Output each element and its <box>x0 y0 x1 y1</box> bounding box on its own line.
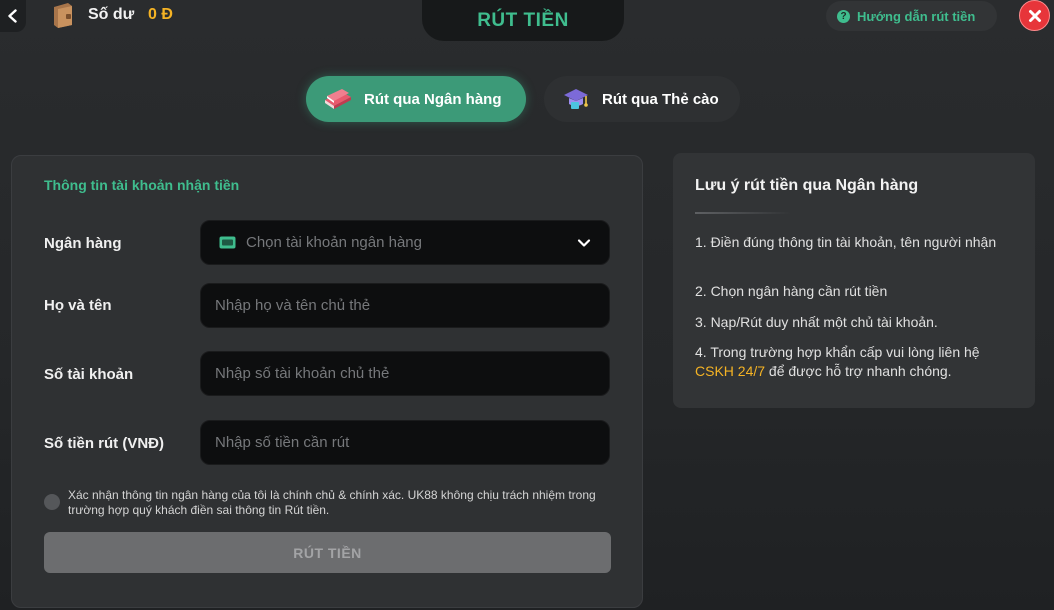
note-item-1: 1. Điền đúng thông tin tài khoản, tên ng… <box>695 234 997 250</box>
chevron-left-icon <box>8 9 17 23</box>
note-item-2: 2. Chọn ngân hàng cần rút tiền <box>695 283 888 299</box>
wallet-icon <box>54 3 72 28</box>
confirm-radio[interactable] <box>44 494 60 510</box>
note-item-4-text: 4. Trong trường hợp khẩn cấp vui lòng li… <box>695 344 980 360</box>
withdraw-submit-button[interactable]: RÚT TIỀN <box>44 532 611 573</box>
account-field-wrapper <box>200 351 610 396</box>
back-button[interactable] <box>0 0 26 32</box>
name-input[interactable] <box>201 284 609 327</box>
withdraw-screen: Số dư 0 Đ RÚT TIỀN ? Hướng dẫn rút tiền … <box>0 0 1054 610</box>
graduation-cap-icon <box>564 89 588 109</box>
tab-card-label: Rút qua Thẻ cào <box>602 90 719 108</box>
amount-input[interactable] <box>201 421 609 464</box>
amount-label: Số tiền rút (VNĐ) <box>44 435 164 452</box>
notes-divider <box>695 212 791 214</box>
note-item-4: 4. Trong trường hợp khẩn cấp vui lòng li… <box>695 343 1017 381</box>
guide-link[interactable]: ? Hướng dẫn rút tiền <box>826 1 997 31</box>
close-icon <box>1028 9 1041 22</box>
chevron-down-icon <box>577 238 591 247</box>
bank-label: Ngân hàng <box>44 235 122 252</box>
books-icon <box>325 89 351 109</box>
bank-card-icon <box>219 236 236 249</box>
account-number-input[interactable] <box>201 352 609 395</box>
guide-link-label: Hướng dẫn rút tiền <box>857 8 976 24</box>
tab-scratch-card-withdraw[interactable]: Rút qua Thẻ cào <box>544 76 740 122</box>
bank-select-placeholder: Chọn tài khoản ngân hàng <box>246 234 422 251</box>
amount-field-wrapper <box>200 420 610 465</box>
note-item-4-tail: để được hỗ trợ nhanh chóng. <box>765 363 952 379</box>
section-title: Thông tin tài khoản nhận tiền <box>44 177 240 193</box>
balance-label: Số dư <box>88 6 135 23</box>
bank-select[interactable]: Chọn tài khoản ngân hàng <box>200 220 610 265</box>
support-link[interactable]: CSKH 24/7 <box>695 363 765 379</box>
note-item-3: 3. Nạp/Rút duy nhất một chủ tài khoản. <box>695 314 938 330</box>
notes-title: Lưu ý rút tiền qua Ngân hàng <box>695 177 919 194</box>
close-button[interactable] <box>1019 0 1050 31</box>
confirm-text: Xác nhận thông tin ngân hàng của tôi là … <box>68 488 596 517</box>
page-title-tab: RÚT TIỀN <box>422 0 624 41</box>
name-field-wrapper <box>200 283 610 328</box>
balance-value: 0 Đ <box>148 6 173 23</box>
account-number-label: Số tài khoản <box>44 366 134 383</box>
tab-bank-label: Rút qua Ngân hàng <box>364 90 502 108</box>
page-title: RÚT TIỀN <box>477 9 569 31</box>
name-label: Họ và tên <box>44 297 112 314</box>
question-icon: ? <box>837 9 850 23</box>
tab-bank-withdraw[interactable]: Rút qua Ngân hàng <box>306 76 526 122</box>
